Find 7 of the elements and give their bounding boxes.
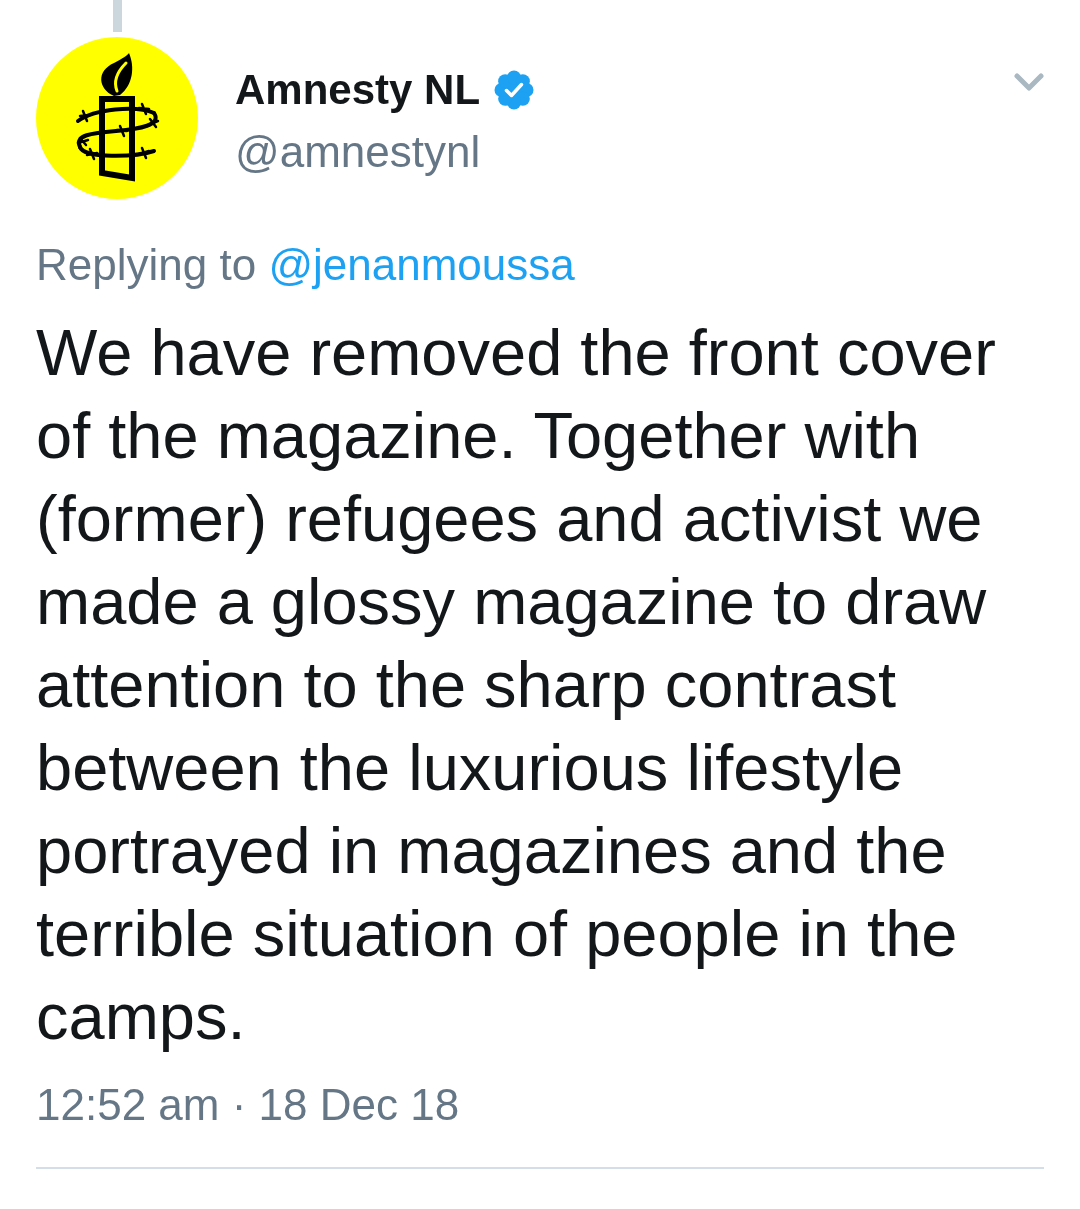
author-handle[interactable]: @amnestynl (235, 126, 535, 178)
reply-context: Replying to @jenanmoussa (36, 239, 576, 291)
tweet-text: We have removed the front cover of the magazine. Together with (former) refugees and activist we made a glossy magazine to draw attention to the sharp contrast between the luxurious lifestyle portrayed in magazines and the terrible situation of people in the camps. (36, 315, 997, 1055)
candle-avatar-drawing[interactable] (36, 37, 198, 199)
author-name[interactable]: Amnesty NL (235, 65, 481, 115)
timestamp: 12:52 am · 18 Dec 18 (36, 1079, 460, 1131)
mention-link[interactable]: @jenanmoussa (268, 240, 575, 289)
